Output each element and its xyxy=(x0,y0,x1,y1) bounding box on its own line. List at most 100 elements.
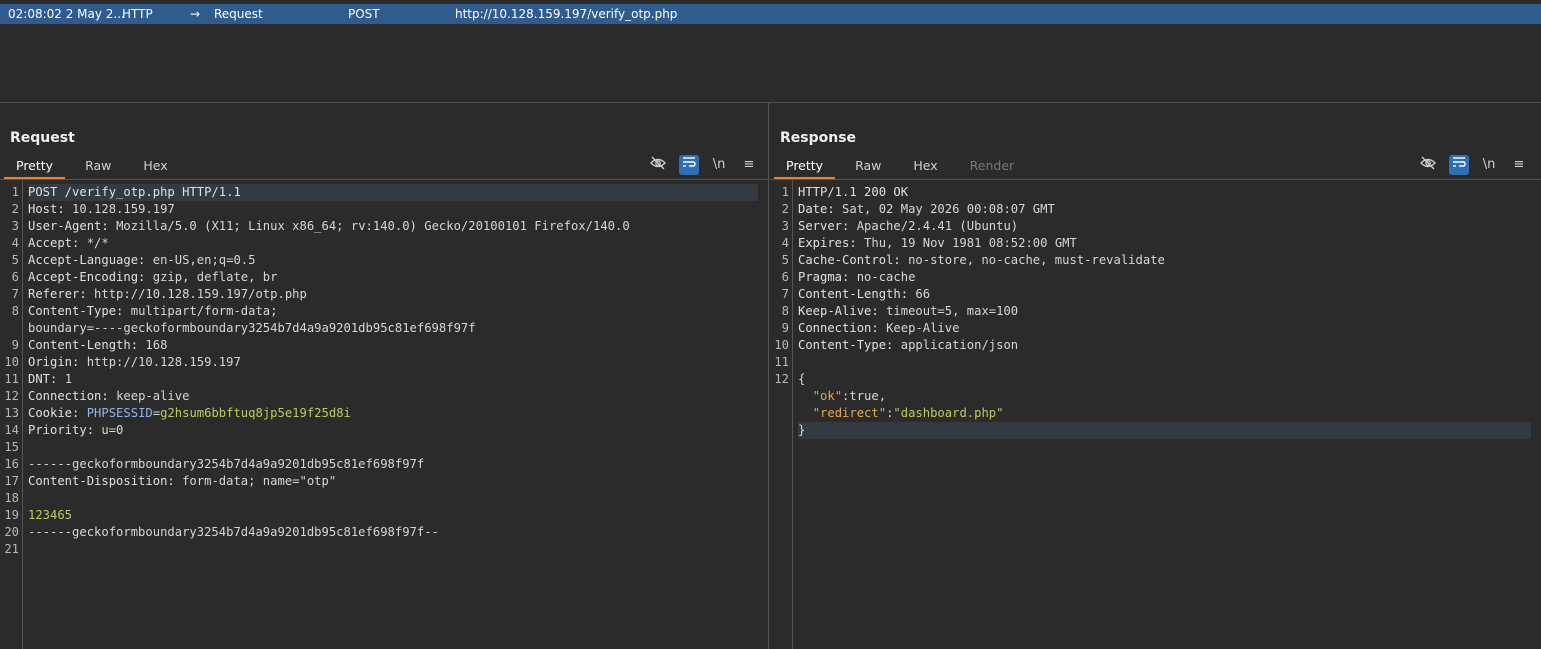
line-number: 19 xyxy=(4,508,19,522)
request-editor[interactable]: 1 POST /verify_otp.php HTTP/1.1 2 Host: 10.… xyxy=(0,180,768,649)
line-number: 4 xyxy=(781,236,789,250)
newline-toggle[interactable]: \n xyxy=(1479,155,1499,175)
line-number: 15 xyxy=(4,440,19,454)
line-text: "redirect":"dashboard.php" xyxy=(798,405,1004,422)
response-title: Response xyxy=(780,130,857,146)
eye-slash-icon[interactable] xyxy=(1418,155,1438,175)
line-number: 8 xyxy=(11,304,19,318)
line-text: "ok":true, xyxy=(798,388,886,405)
line-text: Content-Length: 66 xyxy=(798,286,930,303)
token: Cookie: xyxy=(28,406,87,420)
token: POST /verify_otp.php HTTP/1.1 xyxy=(28,185,241,199)
code-line: 9 Connection: Keep-Alive xyxy=(770,320,1541,337)
line-text: } xyxy=(798,422,1531,439)
token: timeout=5, max=100 xyxy=(886,304,1019,318)
line-number: 6 xyxy=(11,270,19,284)
line-text: boundary=----geckoformboundary3254b7d4a9… xyxy=(28,320,476,337)
history-time: 02:08:02 2 May 2... xyxy=(8,7,125,21)
token: Keep-Alive xyxy=(886,321,960,335)
response-editor[interactable]: 1 HTTP/1.1 200 OK 2 Date: Sat, 02 May 2026 … xyxy=(770,180,1541,649)
tab-pretty[interactable]: Pretty xyxy=(774,155,836,179)
code-line: 12 Connection: keep-alive xyxy=(0,388,768,405)
line-number: 5 xyxy=(781,253,789,267)
newline-toggle[interactable]: \n xyxy=(709,155,729,175)
line-text: { xyxy=(798,371,805,388)
code-line: "ok":true, xyxy=(770,388,1541,405)
tab-hex[interactable]: Hex xyxy=(901,155,949,177)
token: application/json xyxy=(900,338,1019,352)
word-wrap-icon[interactable] xyxy=(679,155,699,175)
history-method: POST xyxy=(348,7,380,21)
line-text: Pragma: no-cache xyxy=(798,269,915,286)
hamburger-menu-icon[interactable]: ≡ xyxy=(739,155,759,175)
code-line: 5 Cache-Control: no-store, no-cache, must… xyxy=(770,252,1541,269)
token: Apache/2.4.41 (Ubuntu) xyxy=(856,219,1019,233)
line-text: User-Agent: Mozilla/5.0 (X11; Linux x86_… xyxy=(28,218,630,235)
line-number: 2 xyxy=(11,202,19,216)
line-text: Content-Length: 168 xyxy=(28,337,167,354)
token: Keep-Alive: xyxy=(798,304,887,318)
code-line: "redirect":"dashboard.php" xyxy=(770,405,1541,422)
code-line: 1 HTTP/1.1 200 OK xyxy=(770,184,1541,201)
tab-raw[interactable]: Raw xyxy=(73,155,123,177)
token: en-US,en;q=0.5 xyxy=(152,253,256,267)
history-type: Request xyxy=(214,7,263,21)
request-title: Request xyxy=(10,130,75,146)
code-line: 4 Accept: */* xyxy=(0,235,768,252)
line-number: 1 xyxy=(781,185,789,199)
line-number: 12 xyxy=(774,372,789,386)
token: */* xyxy=(86,236,109,250)
arrow-right-icon: → xyxy=(190,7,201,21)
token: 168 xyxy=(145,338,168,352)
code-line: 1 POST /verify_otp.php HTTP/1.1 xyxy=(0,184,768,201)
request-tabs: Pretty Raw Hex xyxy=(4,155,188,179)
line-number: 8 xyxy=(781,304,789,318)
line-text: Content-Type: application/json xyxy=(798,337,1018,354)
token: Connection: xyxy=(28,389,117,403)
eye-slash-icon[interactable] xyxy=(648,155,668,175)
code-line: 12 { xyxy=(770,371,1541,388)
line-number: 14 xyxy=(4,423,19,437)
line-text: Referer: http://10.128.159.197/otp.php xyxy=(28,286,307,303)
token: Thu, 19 Nov 1981 08:52:00 GMT xyxy=(864,236,1077,250)
code-line: 3 User-Agent: Mozilla/5.0 (X11; Linux x86… xyxy=(0,218,768,235)
tab-pretty[interactable]: Pretty xyxy=(4,155,66,179)
token: 1 xyxy=(64,372,73,386)
line-text: Accept: */* xyxy=(28,235,109,252)
code-line: 3 Server: Apache/2.4.41 (Ubuntu) xyxy=(770,218,1541,235)
line-text: Expires: Thu, 19 Nov 1981 08:52:00 GMT xyxy=(798,235,1077,252)
history-url: http://10.128.159.197/verify_otp.php xyxy=(455,7,678,21)
code-line: 21 xyxy=(0,541,768,558)
token: Date: xyxy=(798,202,843,216)
history-row-selected[interactable]: 02:08:02 2 May 2... HTTP → Request POST … xyxy=(0,4,1541,24)
token: 123465 xyxy=(28,508,73,522)
token: Accept-Encoding: xyxy=(28,270,153,284)
token: u=0 xyxy=(101,423,124,437)
line-number: 9 xyxy=(781,321,789,335)
token: keep-alive xyxy=(116,389,190,403)
code-line: 8 Keep-Alive: timeout=5, max=100 xyxy=(770,303,1541,320)
code-line: 11 xyxy=(770,354,1541,371)
line-number: 6 xyxy=(781,270,789,284)
hamburger-menu-icon[interactable]: ≡ xyxy=(1509,155,1529,175)
word-wrap-icon[interactable] xyxy=(1449,155,1469,175)
token: g2hsum6bbftuq8jp5e19f25d8i xyxy=(160,406,351,420)
code-line: 5 Accept-Language: en-US,en;q=0.5 xyxy=(0,252,768,269)
tab-raw[interactable]: Raw xyxy=(843,155,893,177)
line-number: 7 xyxy=(11,287,19,301)
code-line: 15 xyxy=(0,439,768,456)
line-text: Server: Apache/2.4.41 (Ubuntu) xyxy=(798,218,1018,235)
token: :true, xyxy=(842,389,887,403)
line-number: 4 xyxy=(11,236,19,250)
token: PHPSESSID xyxy=(86,406,153,420)
tab-hex[interactable]: Hex xyxy=(131,155,179,177)
tab-render[interactable]: Render xyxy=(958,155,1027,177)
code-line: 10 Content-Type: application/json xyxy=(770,337,1541,354)
token: no-store, no-cache, must-revalidate xyxy=(908,253,1165,267)
line-number: 12 xyxy=(4,389,19,403)
line-text: ------geckoformboundary3254b7d4a9a9201db… xyxy=(28,456,424,473)
code-line: 14 Priority: u=0 xyxy=(0,422,768,439)
token: } xyxy=(798,423,806,437)
token: Priority: xyxy=(28,423,102,437)
